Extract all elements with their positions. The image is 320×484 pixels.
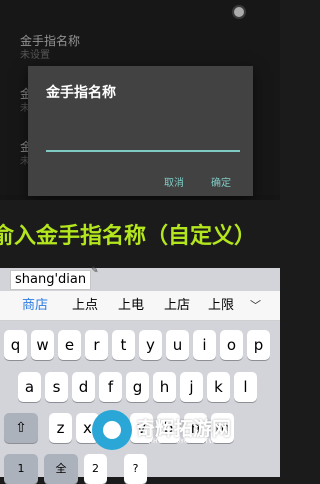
- key-f[interactable]: f: [99, 372, 122, 402]
- tutorial-caption: 俞入金手指名称（自定义）: [0, 224, 257, 249]
- key-r[interactable]: r: [85, 330, 108, 360]
- gold-finger-name-input[interactable]: [46, 128, 240, 152]
- candidate-1[interactable]: 商店: [22, 291, 48, 320]
- chevron-down-icon[interactable]: ﹀: [250, 291, 261, 320]
- key-k[interactable]: k: [207, 372, 230, 402]
- key-e[interactable]: e: [58, 330, 81, 360]
- key-l[interactable]: l: [234, 372, 257, 402]
- name-dialog: 金手指名称 取消 确定: [28, 66, 253, 196]
- key-w[interactable]: w: [31, 330, 54, 360]
- key-h[interactable]: h: [153, 372, 176, 402]
- key-j[interactable]: j: [180, 372, 203, 402]
- key-t[interactable]: t: [112, 330, 135, 360]
- candidate-bar: 商店 上点 上电 上店 上限 ﹀: [0, 291, 280, 321]
- candidate-5[interactable]: 上限: [208, 291, 234, 320]
- key-d[interactable]: d: [72, 372, 95, 402]
- shift-icon: ⇧: [15, 420, 27, 436]
- pinyin-composition: shang'dian: [10, 270, 92, 290]
- key-u[interactable]: u: [166, 330, 189, 360]
- number-key[interactable]: 1: [4, 454, 38, 484]
- watermark-logo-icon: [92, 410, 132, 450]
- shift-key[interactable]: ⇧: [4, 413, 38, 443]
- confirm-button[interactable]: 确定: [211, 174, 231, 189]
- cancel-button[interactable]: 取消: [164, 174, 184, 189]
- candidate-4[interactable]: 上店: [164, 291, 190, 320]
- dialog-title: 金手指名称: [46, 85, 116, 101]
- key-i[interactable]: i: [193, 330, 216, 360]
- candidate-2[interactable]: 上点: [72, 291, 98, 320]
- key-z[interactable]: z: [49, 413, 72, 443]
- watermark-subtitle: QIHUI TUOYOU NETWORK: [146, 438, 229, 445]
- key-q[interactable]: q: [4, 330, 27, 360]
- key-o[interactable]: o: [220, 330, 243, 360]
- watermark-brand: 奇辉拓游网: [136, 418, 232, 440]
- key-g[interactable]: g: [126, 372, 149, 402]
- key-y[interactable]: y: [139, 330, 162, 360]
- fullwidth-key[interactable]: 全: [44, 454, 78, 484]
- pencil-icon[interactable]: ✎: [91, 266, 99, 276]
- key-a[interactable]: a: [18, 372, 41, 402]
- site-watermark: 奇辉拓游网 QIHUI TUOYOU NETWORK: [88, 402, 283, 477]
- key-s[interactable]: s: [45, 372, 68, 402]
- key-p[interactable]: p: [247, 330, 270, 360]
- candidate-3[interactable]: 上电: [118, 291, 144, 320]
